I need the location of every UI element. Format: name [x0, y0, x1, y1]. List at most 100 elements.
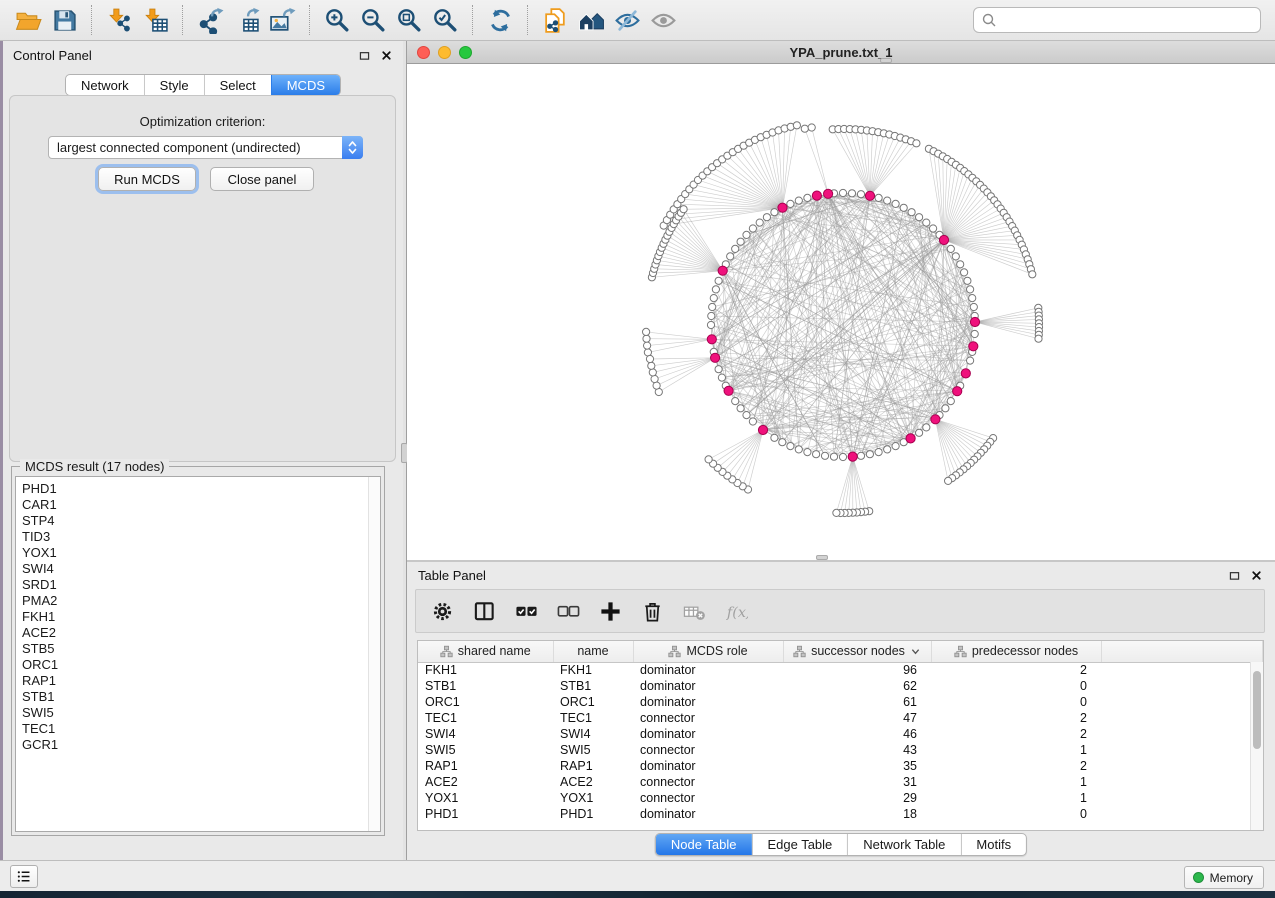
- cell-predecessor-nodes[interactable]: 2: [931, 726, 1101, 742]
- table-row[interactable]: PHD1PHD1dominator180: [418, 806, 1263, 822]
- network-node[interactable]: [813, 451, 820, 458]
- zoom-out-button[interactable]: [355, 3, 391, 37]
- cell-predecessor-nodes[interactable]: 2: [931, 758, 1101, 774]
- mcds-hub-node[interactable]: [724, 386, 733, 395]
- network-node[interactable]: [947, 245, 954, 252]
- eye-slash-button[interactable]: [609, 3, 645, 37]
- mcds-hub-node[interactable]: [969, 342, 978, 351]
- network-node[interactable]: [957, 261, 964, 268]
- zoom-selected-button[interactable]: [427, 3, 463, 37]
- table-row[interactable]: ACE2ACE2connector311: [418, 774, 1263, 790]
- network-node[interactable]: [1035, 335, 1042, 342]
- network-node[interactable]: [839, 189, 846, 196]
- cell-successor-nodes[interactable]: 29: [783, 790, 931, 806]
- cell-shared-name[interactable]: TEC1: [418, 710, 553, 726]
- network-node[interactable]: [732, 245, 739, 252]
- column-header-name[interactable]: name: [553, 641, 633, 662]
- cell-successor-nodes[interactable]: 47: [783, 710, 931, 726]
- network-node[interactable]: [801, 125, 808, 132]
- cell-predecessor-nodes[interactable]: 0: [931, 694, 1101, 710]
- table-row[interactable]: SWI4SWI4dominator462: [418, 726, 1263, 742]
- tab-style[interactable]: Style: [144, 75, 204, 95]
- network-node[interactable]: [830, 453, 837, 460]
- mcds-hub-node[interactable]: [778, 203, 787, 212]
- mcds-hub-node[interactable]: [939, 235, 948, 244]
- mcds-result-list[interactable]: PHD1CAR1STP4TID3YOX1SWI4SRD1PMA2FKH1ACE2…: [15, 476, 381, 832]
- cell-mcds-role[interactable]: dominator: [633, 758, 783, 774]
- network-node[interactable]: [857, 191, 864, 198]
- cell-name[interactable]: PHD1: [553, 806, 633, 822]
- tab-node-table[interactable]: Node Table: [656, 834, 752, 855]
- cell-name[interactable]: TEC1: [553, 710, 633, 726]
- table-row[interactable]: RAP1RAP1dominator352: [418, 758, 1263, 774]
- cell-successor-nodes[interactable]: 35: [783, 758, 931, 774]
- mcds-result-item[interactable]: TEC1: [22, 721, 380, 737]
- network-node[interactable]: [964, 277, 971, 284]
- network-node[interactable]: [756, 219, 763, 226]
- import-network-button[interactable]: [101, 3, 137, 37]
- network-node[interactable]: [732, 398, 739, 405]
- search-input[interactable]: [1001, 12, 1260, 29]
- cell-name[interactable]: STB1: [553, 678, 633, 694]
- network-node[interactable]: [945, 477, 952, 484]
- tab-network[interactable]: Network: [66, 75, 144, 95]
- panel-list-button[interactable]: [10, 865, 38, 888]
- cell-mcds-role[interactable]: dominator: [633, 806, 783, 822]
- tab-edge-table[interactable]: Edge Table: [751, 834, 847, 855]
- mcds-result-item[interactable]: ACE2: [22, 625, 380, 641]
- network-node[interactable]: [749, 225, 756, 232]
- mcds-result-item[interactable]: PMA2: [22, 593, 380, 609]
- mcds-hub-node[interactable]: [824, 189, 833, 198]
- network-node[interactable]: [969, 295, 976, 302]
- mcds-result-item[interactable]: YOX1: [22, 545, 380, 561]
- cell-name[interactable]: ORC1: [553, 694, 633, 710]
- cell-successor-nodes[interactable]: 18: [783, 806, 931, 822]
- mcds-hub-node[interactable]: [865, 191, 874, 200]
- mcds-hub-node[interactable]: [758, 425, 767, 434]
- network-node[interactable]: [913, 140, 920, 147]
- network-node[interactable]: [833, 509, 840, 516]
- cell-predecessor-nodes[interactable]: 2: [931, 710, 1101, 726]
- mcds-result-item[interactable]: SWI5: [22, 705, 380, 721]
- network-node[interactable]: [971, 330, 978, 337]
- network-node[interactable]: [839, 453, 846, 460]
- network-node[interactable]: [804, 194, 811, 201]
- network-node[interactable]: [643, 335, 650, 342]
- network-node[interactable]: [651, 375, 658, 382]
- network-node[interactable]: [804, 449, 811, 456]
- close-panel-button[interactable]: Close panel: [210, 167, 314, 191]
- network-node[interactable]: [743, 231, 750, 238]
- network-node[interactable]: [875, 449, 882, 456]
- column-header-predecessor-nodes[interactable]: predecessor nodes: [931, 641, 1101, 662]
- network-node[interactable]: [707, 321, 714, 328]
- network-node[interactable]: [646, 355, 653, 362]
- mcds-result-item[interactable]: STP4: [22, 513, 380, 529]
- mcds-result-item[interactable]: STB5: [22, 641, 380, 657]
- cell-predecessor-nodes[interactable]: 1: [931, 790, 1101, 806]
- cell-shared-name[interactable]: PHD1: [418, 806, 553, 822]
- cell-shared-name[interactable]: ORC1: [418, 694, 553, 710]
- delete-columns-button[interactable]: [638, 597, 666, 625]
- zoom-in-button[interactable]: [319, 3, 355, 37]
- network-node[interactable]: [967, 286, 974, 293]
- result-list-scrollbar[interactable]: [368, 477, 380, 831]
- cell-mcds-role[interactable]: connector: [633, 774, 783, 790]
- network-node[interactable]: [653, 382, 660, 389]
- mcds-result-item[interactable]: FKH1: [22, 609, 380, 625]
- float-panel-icon[interactable]: [358, 49, 371, 67]
- cell-mcds-role[interactable]: dominator: [633, 662, 783, 678]
- network-node[interactable]: [680, 206, 687, 213]
- network-node[interactable]: [892, 443, 899, 450]
- float-panel-icon[interactable]: [1228, 569, 1241, 587]
- network-node[interactable]: [923, 219, 930, 226]
- network-node[interactable]: [727, 253, 734, 260]
- cell-name[interactable]: ACE2: [553, 774, 633, 790]
- network-node[interactable]: [947, 398, 954, 405]
- mcds-hub-node[interactable]: [961, 369, 970, 378]
- network-node[interactable]: [930, 225, 937, 232]
- network-node[interactable]: [884, 197, 891, 204]
- network-node[interactable]: [942, 405, 949, 412]
- network-node[interactable]: [644, 342, 651, 349]
- mcds-result-item[interactable]: PHD1: [22, 481, 380, 497]
- tab-mcds[interactable]: MCDS: [271, 75, 340, 95]
